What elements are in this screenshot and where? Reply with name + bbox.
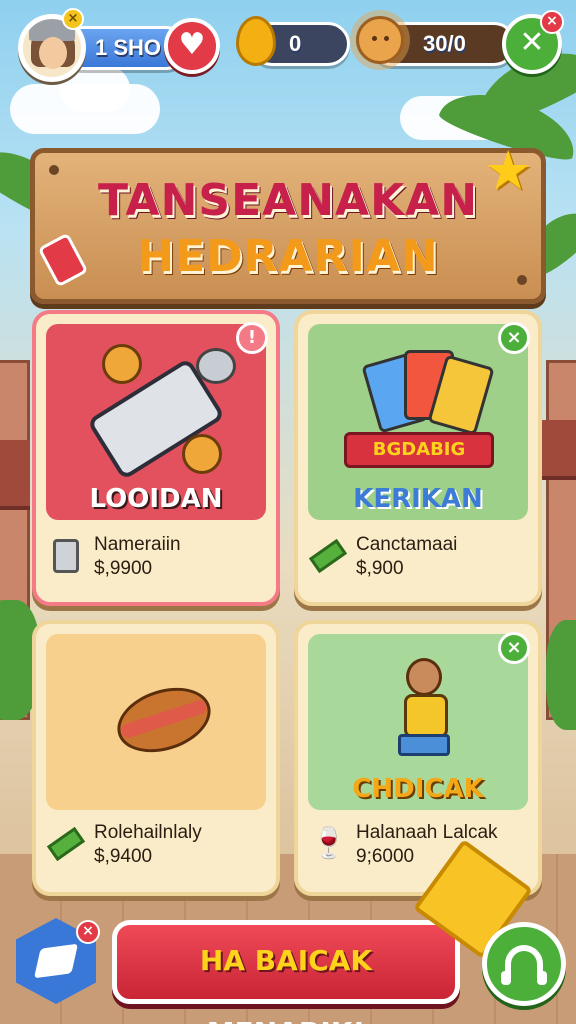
alert-badge[interactable]: ! <box>236 322 268 354</box>
card-art <box>46 634 266 810</box>
boy-shorts <box>398 734 450 756</box>
roof <box>0 440 30 510</box>
shop-card-4[interactable]: × CHDICAK 🍷 Halanaah Lalcak 9;6000 <box>294 620 542 896</box>
heart-button[interactable]: ♥ <box>164 18 220 74</box>
card-title: CHDICAK <box>352 774 484 804</box>
close-icon: ✕ <box>519 25 545 60</box>
roof <box>540 420 576 480</box>
goblet-icon: 🍷 <box>310 826 348 861</box>
shop-card-3[interactable]: Rolehailnlaly $,9400 <box>32 620 280 896</box>
level-label: 1 SHO <box>95 35 162 60</box>
card-title: LOOIDAN <box>89 484 223 514</box>
card-name: Nameraiin <box>94 534 181 555</box>
top-hud: 1 SHO × ♥ 0 30/0 ✕ × <box>0 0 576 100</box>
card-name: Canctamaai <box>356 534 458 555</box>
eraser-icon <box>33 943 79 979</box>
cash-icon <box>308 536 348 576</box>
card-price: $,9400 <box>94 846 153 867</box>
card-name: Halanaah Lalcak <box>356 822 498 843</box>
boy-head <box>406 658 442 696</box>
remove-button[interactable]: × <box>498 322 530 354</box>
dog-icon <box>102 344 142 384</box>
ribbon-banner: BGDABIG <box>344 432 494 468</box>
cash-icon <box>46 824 86 864</box>
cat-icon <box>196 348 236 384</box>
card-price: $,900 <box>356 558 404 579</box>
card-name: Rolehailnlaly <box>94 822 202 843</box>
can-icon <box>48 536 84 576</box>
avatar-badge[interactable]: × <box>62 8 84 30</box>
card-title: KERIKAN <box>353 484 483 514</box>
shop-card-1[interactable]: ! LOOIDAN Nameraiin $,9900 <box>32 310 280 606</box>
star-icon: ★ <box>484 139 533 202</box>
boy-shirt <box>404 694 448 738</box>
suns-count: 30/0 <box>423 31 466 56</box>
eraser-badge[interactable]: × <box>76 920 100 944</box>
support-button[interactable] <box>482 922 566 1006</box>
shop-card-2[interactable]: BGDABIG × KERIKAN Canctamaai $,900 <box>294 310 542 606</box>
cta-button[interactable]: HA BAICAK MENARIK! <box>112 920 460 1024</box>
avatar-face <box>39 37 67 69</box>
nail <box>49 165 59 175</box>
cta-label-part1: HA BAICAK <box>199 944 373 977</box>
headset-ear <box>537 971 547 985</box>
heart-icon: ♥ <box>178 27 206 62</box>
close-badge[interactable]: × <box>540 10 564 34</box>
headset-ear <box>501 971 511 985</box>
card-price: 9;6000 <box>356 846 415 867</box>
balloon-icon <box>236 16 276 66</box>
sun-icon <box>356 16 404 64</box>
dog-icon <box>182 434 222 474</box>
sun-eye <box>384 36 389 41</box>
sun-eye <box>372 36 377 41</box>
remove-button[interactable]: × <box>498 632 530 664</box>
cta-label-part2: MENARIK! <box>207 1016 366 1024</box>
title-banner: TANSEANAKAN HEDRARIAN <box>30 148 546 304</box>
banner-title-line1: TANSEANAKAN <box>97 175 479 226</box>
banner-title-line2: HEDRARIAN <box>137 231 439 282</box>
bush <box>546 620 576 730</box>
card-price: $,9900 <box>94 558 153 579</box>
balloons-count: 0 <box>289 31 302 56</box>
